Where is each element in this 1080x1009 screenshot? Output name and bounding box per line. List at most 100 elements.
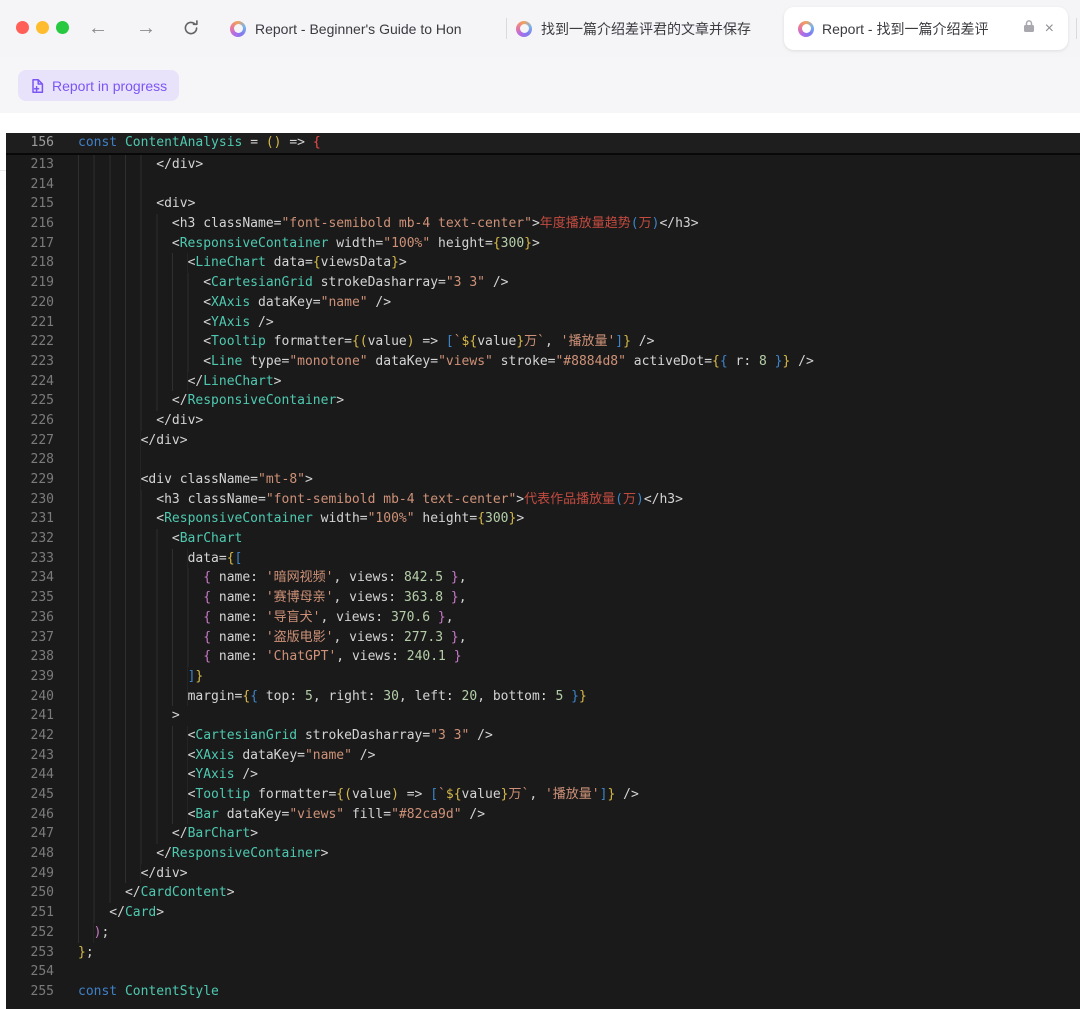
code-token: </ bbox=[125, 885, 141, 900]
window-minimize-button[interactable] bbox=[36, 21, 49, 34]
code-token: XAxis bbox=[211, 295, 250, 310]
code-token: { bbox=[712, 354, 720, 369]
line-number: 156 bbox=[6, 133, 54, 153]
indent-guides bbox=[78, 352, 203, 372]
indent-guides bbox=[78, 765, 188, 785]
code-token: ContentStyle bbox=[125, 984, 219, 999]
indent-guides bbox=[78, 824, 172, 844]
code-token: ; bbox=[86, 945, 94, 960]
code-token: , bbox=[459, 570, 467, 585]
indent-guides bbox=[78, 293, 203, 313]
tab-close-button[interactable]: × bbox=[1041, 21, 1058, 37]
tab-report-guide[interactable]: Report - Beginner's Guide to Hon bbox=[230, 0, 498, 57]
code-token: } bbox=[391, 255, 399, 270]
code-token: > bbox=[321, 846, 329, 861]
code-token: </ bbox=[156, 846, 172, 861]
indent-guides bbox=[78, 805, 188, 825]
tab-report-active[interactable]: Report - 找到一篇介绍差评 × bbox=[784, 7, 1068, 50]
tab-divider bbox=[506, 18, 507, 39]
indent-guides bbox=[78, 746, 188, 766]
code-token: ${ bbox=[462, 334, 478, 349]
code-token: 万 bbox=[623, 492, 636, 507]
code-token: > bbox=[156, 905, 164, 920]
code-line-content: > bbox=[78, 706, 180, 726]
code-line: 215<div> bbox=[6, 194, 1080, 214]
site-favicon-icon bbox=[516, 21, 532, 37]
code-token: { bbox=[203, 649, 211, 664]
lock-icon bbox=[1023, 19, 1035, 38]
code-token: ) bbox=[391, 787, 399, 802]
code-token: </h3> bbox=[644, 492, 683, 507]
tab-find-article[interactable]: 找到一篇介绍差评君的文章并保存 bbox=[516, 0, 774, 57]
line-number: 230 bbox=[6, 490, 54, 510]
code-line: 235{ name: '赛博母亲', views: 363.8 }, bbox=[6, 588, 1080, 608]
line-number: 220 bbox=[6, 293, 54, 313]
code-line-content bbox=[78, 450, 141, 470]
code-token: </div> bbox=[141, 866, 188, 881]
code-token: ` bbox=[454, 334, 462, 349]
code-token: 300 bbox=[485, 511, 508, 526]
code-token: <h3 className= bbox=[156, 492, 266, 507]
code-token: activeDot= bbox=[626, 354, 712, 369]
code-token: /> bbox=[368, 295, 391, 310]
line-number: 216 bbox=[6, 214, 54, 234]
line-number: 247 bbox=[6, 824, 54, 844]
code-line-content: <Tooltip formatter={(value) => [`${value… bbox=[78, 785, 639, 805]
code-line: 254 bbox=[6, 962, 1080, 982]
code-token: const bbox=[78, 984, 117, 999]
code-token: 5 bbox=[305, 689, 313, 704]
forward-button[interactable]: → bbox=[136, 15, 156, 41]
code-line-content: <XAxis dataKey="name" /> bbox=[78, 746, 375, 766]
code-token: [ bbox=[235, 551, 243, 566]
code-line: 245<Tooltip formatter={(value) => [`${va… bbox=[6, 785, 1080, 805]
code-token: } bbox=[451, 630, 459, 645]
code-line-content: </ResponsiveContainer> bbox=[78, 844, 328, 864]
indent-guides bbox=[78, 529, 172, 549]
code-token: const bbox=[78, 135, 117, 150]
line-number: 219 bbox=[6, 273, 54, 293]
indent-guides bbox=[78, 431, 141, 451]
code-line: 248</ResponsiveContainer> bbox=[6, 844, 1080, 864]
window-zoom-button[interactable] bbox=[56, 21, 69, 34]
code-line: 243<XAxis dataKey="name" /> bbox=[6, 746, 1080, 766]
code-token: </div> bbox=[156, 413, 203, 428]
code-line: 247</BarChart> bbox=[6, 824, 1080, 844]
line-number: 224 bbox=[6, 372, 54, 392]
reload-button[interactable] bbox=[182, 19, 200, 42]
indent-guides bbox=[78, 568, 203, 588]
code-token: Card bbox=[125, 905, 156, 920]
code-editor[interactable]: 156const ContentAnalysis = () => { 213</… bbox=[6, 133, 1080, 1009]
line-number: 228 bbox=[6, 450, 54, 470]
code-token: } bbox=[451, 590, 459, 605]
code-token bbox=[430, 610, 438, 625]
code-token: "#8884d8" bbox=[555, 354, 625, 369]
line-number: 240 bbox=[6, 687, 54, 707]
code-line: 236{ name: '导盲犬', views: 370.6 }, bbox=[6, 608, 1080, 628]
code-line: 226</div> bbox=[6, 411, 1080, 431]
code-token: /> bbox=[235, 767, 258, 782]
line-number: 231 bbox=[6, 509, 54, 529]
indent-guides bbox=[78, 194, 156, 214]
code-token: { bbox=[227, 551, 235, 566]
code-token: strokeDasharray= bbox=[313, 275, 446, 290]
window-close-button[interactable] bbox=[16, 21, 29, 34]
back-button[interactable]: ← bbox=[88, 15, 108, 41]
report-in-progress-badge[interactable]: Report in progress bbox=[18, 70, 179, 101]
line-number: 221 bbox=[6, 313, 54, 333]
code-line-content: <div className="mt-8"> bbox=[78, 470, 313, 490]
code-token: <h3 className= bbox=[172, 216, 282, 231]
code-token: > bbox=[227, 885, 235, 900]
code-token: </ bbox=[109, 905, 125, 920]
indent-guides bbox=[78, 313, 203, 333]
code-token bbox=[563, 689, 571, 704]
code-line: 219<CartesianGrid strokeDasharray="3 3" … bbox=[6, 273, 1080, 293]
code-token: </ bbox=[172, 826, 188, 841]
indent-guides bbox=[78, 411, 156, 431]
code-token: LineChart bbox=[203, 374, 273, 389]
indent-guides bbox=[78, 628, 203, 648]
code-token: => bbox=[282, 135, 313, 150]
code-line-content: { name: '赛博母亲', views: 363.8 }, bbox=[78, 588, 467, 608]
code-token: } bbox=[623, 334, 631, 349]
code-line: 237{ name: '盗版电影', views: 277.3 }, bbox=[6, 628, 1080, 648]
code-line-content: </div> bbox=[78, 431, 188, 451]
